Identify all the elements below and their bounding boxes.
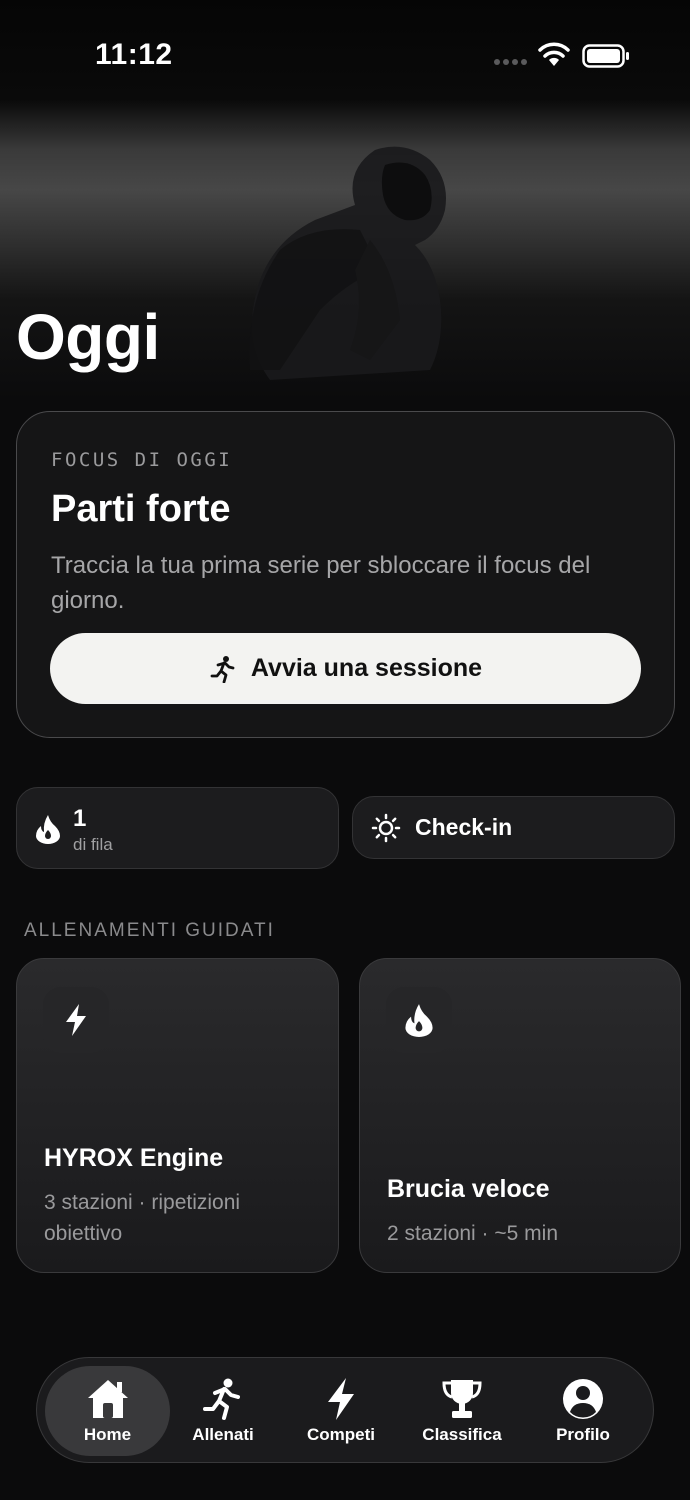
tab-allenati[interactable]: Allenati bbox=[167, 1366, 279, 1456]
tab-classifica[interactable]: Classifica bbox=[402, 1366, 522, 1456]
guided-section-title: ALLENAMENTI GUIDATI bbox=[24, 920, 275, 941]
athlete-photo bbox=[249, 146, 446, 380]
tab-label: Home bbox=[83, 1425, 132, 1444]
workout-meta: 2 stazioni · ~5 min bbox=[387, 1222, 558, 1245]
tab-home[interactable]: Home bbox=[45, 1366, 170, 1456]
streak-label: di fila bbox=[73, 835, 113, 854]
streak-pill[interactable]: 1 di fila bbox=[16, 787, 339, 869]
status-time: 11:12 bbox=[95, 38, 173, 71]
running-person-icon bbox=[210, 655, 235, 683]
person-circle-icon bbox=[563, 1379, 603, 1419]
workout-icon-badge bbox=[386, 987, 452, 1053]
workout-title: Brucia veloce bbox=[387, 1175, 550, 1203]
start-session-label: Avvia una sessione bbox=[250, 654, 483, 682]
focus-card: FOCUS DI OGGI Parti forte Traccia la tua… bbox=[16, 411, 675, 738]
signal-dots-icon bbox=[494, 59, 527, 65]
workout-icon-badge bbox=[43, 987, 109, 1053]
wifi-icon bbox=[538, 42, 570, 66]
workout-card-hyrox-engine[interactable]: HYROX Engine 3 stazioni · ripetizioni ob… bbox=[16, 958, 339, 1273]
tab-label: Allenati bbox=[192, 1425, 254, 1444]
sun-icon bbox=[371, 813, 401, 842]
focus-description: Traccia la tua prima serie per sbloccare… bbox=[51, 552, 591, 614]
tab-bar: Home Allenati Competi Classifica Profilo bbox=[36, 1357, 654, 1463]
lightning-icon bbox=[328, 1378, 354, 1420]
flame-icon bbox=[405, 1004, 433, 1037]
tab-profilo[interactable]: Profilo bbox=[527, 1366, 639, 1456]
lightning-icon bbox=[66, 1004, 86, 1036]
battery-icon bbox=[582, 44, 629, 68]
checkin-label: Check-in bbox=[415, 814, 513, 840]
focus-eyebrow: FOCUS DI OGGI bbox=[51, 449, 233, 471]
tab-label: Profilo bbox=[556, 1425, 610, 1444]
running-person-icon bbox=[203, 1378, 240, 1420]
checkin-button[interactable]: Check-in bbox=[352, 796, 675, 859]
tab-label: Classifica bbox=[422, 1425, 502, 1444]
trophy-icon bbox=[442, 1380, 482, 1418]
streak-count: 1 bbox=[73, 805, 87, 832]
page-title: Oggi bbox=[16, 301, 160, 373]
house-icon bbox=[87, 1380, 128, 1418]
start-session-button[interactable]: Avvia una sessione bbox=[50, 633, 641, 704]
status-bar: 11:12 bbox=[0, 0, 690, 110]
focus-title: Parti forte bbox=[51, 488, 231, 530]
tab-label: Competi bbox=[307, 1425, 375, 1444]
tab-competi[interactable]: Competi bbox=[285, 1366, 397, 1456]
workout-card-brucia-veloce[interactable]: Brucia veloce 2 stazioni · ~5 min bbox=[359, 958, 681, 1273]
workout-meta: 3 stazioni · ripetizioni obiettivo bbox=[44, 1191, 241, 1245]
flame-icon bbox=[36, 815, 60, 844]
workout-title: HYROX Engine bbox=[44, 1144, 224, 1172]
